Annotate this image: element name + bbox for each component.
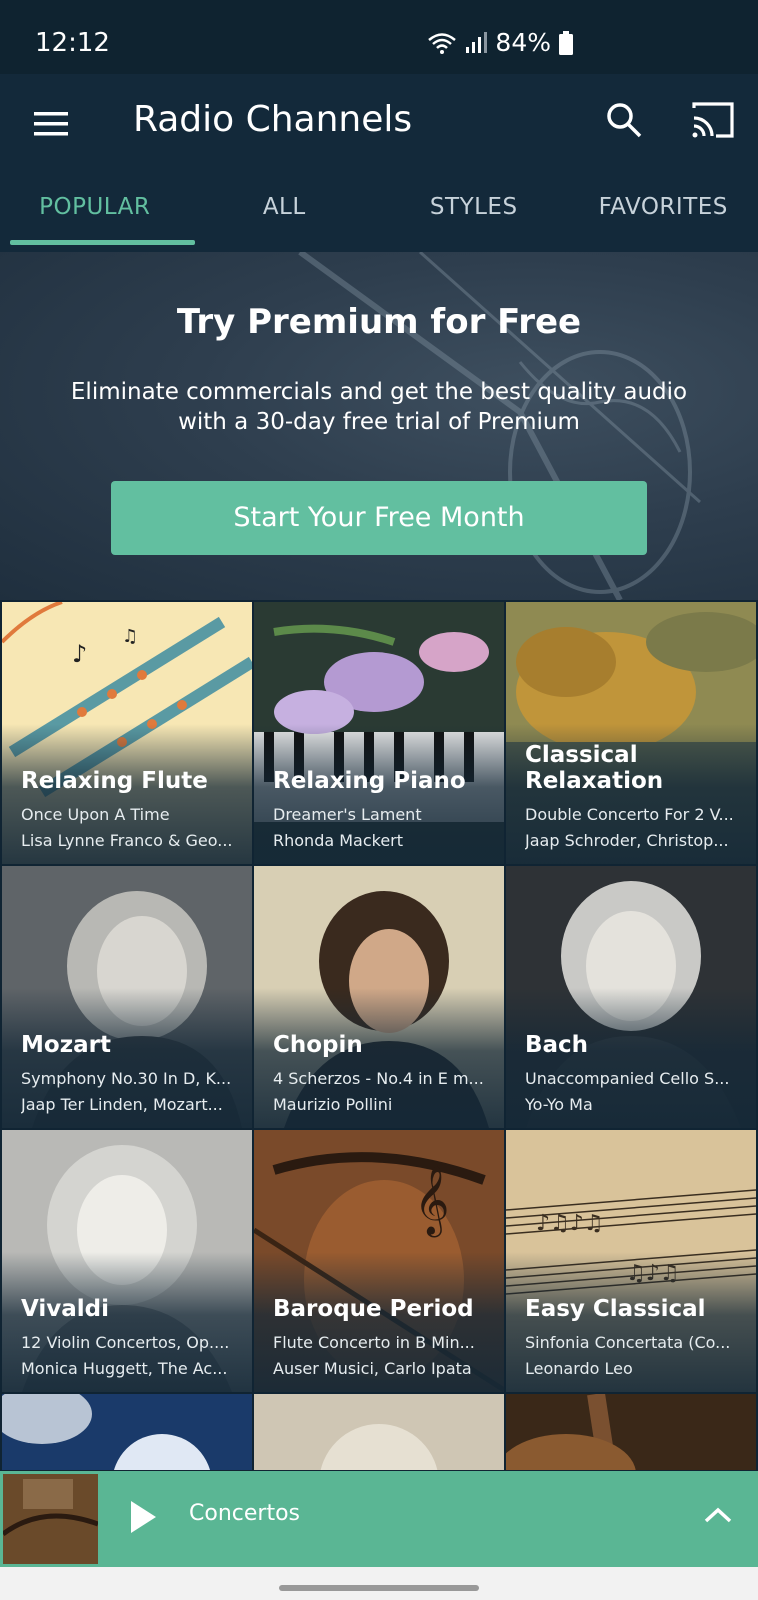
channel-track: Sinfonia Concertata (Co...: [525, 1333, 731, 1352]
channel-grid: ♪ ♫ Relaxing Flute Once Upon A Time Lisa…: [0, 600, 758, 1470]
signal-icon: [466, 31, 488, 53]
channel-artist: Jaap Ter Linden, Mozart...: [21, 1095, 223, 1114]
channel-title: Bach: [525, 1032, 589, 1058]
system-nav-bar: [0, 1567, 758, 1600]
channel-artist: Jaap Schroder, Christop...: [525, 831, 729, 850]
play-icon[interactable]: [128, 1499, 158, 1535]
chevron-up-icon[interactable]: [703, 1503, 733, 1527]
beethoven-portrait: [254, 1394, 504, 1470]
svg-text:♪♫♪♫: ♪♫♪♫: [536, 1211, 604, 1236]
mini-player[interactable]: Concertos: [0, 1471, 758, 1567]
status-icons: 84%: [427, 28, 573, 57]
start-free-month-button[interactable]: Start Your Free Month: [111, 481, 647, 555]
tab-indicator: [10, 240, 195, 245]
channel-track: Dreamer's Lament: [273, 805, 422, 824]
tab-all[interactable]: ALL: [190, 174, 380, 252]
svg-text:♫: ♫: [122, 626, 138, 647]
promo-description: Eliminate commercials and get the best q…: [70, 379, 688, 435]
channel-tile-baroque-period[interactable]: 𝄞 Baroque Period Flute Concerto in B Min…: [254, 1130, 504, 1392]
channel-tile-relaxing-piano[interactable]: Relaxing Piano Dreamer's Lament Rhonda M…: [254, 602, 504, 864]
channel-track: Once Upon A Time: [21, 805, 170, 824]
status-time: 12:12: [35, 28, 110, 58]
channel-tile-bach[interactable]: Bach Unaccompanied Cello S... Yo-Yo Ma: [506, 866, 756, 1128]
channel-title: Relaxing Piano: [273, 768, 466, 794]
channel-title: Relaxing Flute: [21, 768, 208, 794]
channel-artist: Auser Musici, Carlo Ipata: [273, 1359, 472, 1378]
app-bar: Radio Channels: [0, 74, 758, 174]
status-bar: 12:12 84%: [0, 0, 758, 74]
channel-track: Flute Concerto in B Min...: [273, 1333, 475, 1352]
channel-tile-classical-relaxation[interactable]: Classical Relaxation Double Concerto For…: [506, 602, 756, 864]
tab-styles[interactable]: STYLES: [379, 174, 569, 252]
player-artwork: [3, 1474, 98, 1564]
page-title: Radio Channels: [133, 99, 413, 140]
channel-artist: Yo-Yo Ma: [525, 1095, 593, 1114]
channel-artist: Rhonda Mackert: [273, 831, 404, 850]
channel-title: Classical Relaxation: [525, 742, 664, 794]
channel-artist: Lisa Lynne Franco & Geo...: [21, 831, 233, 850]
channel-title: Chopin: [273, 1032, 363, 1058]
channel-title: Baroque Period: [273, 1296, 474, 1322]
channel-tile-easy-classical[interactable]: ♪♫♪♫ ♫♪♫ Easy Classical Sinfonia Concert…: [506, 1130, 756, 1392]
channel-title: Vivaldi: [21, 1296, 110, 1322]
cast-icon[interactable]: [690, 100, 736, 140]
premium-promo-banner: Try Premium for Free Eliminate commercia…: [0, 252, 758, 600]
channel-tile-vivaldi[interactable]: Vivaldi 12 Violin Concertos, Op.... Moni…: [2, 1130, 252, 1392]
guitar-artwork: [506, 1394, 756, 1470]
channel-tile-beethoven[interactable]: [254, 1394, 504, 1470]
channel-title: Easy Classical: [525, 1296, 706, 1322]
channel-tile-relaxing-flute[interactable]: ♪ ♫ Relaxing Flute Once Upon A Time Lisa…: [2, 602, 252, 864]
promo-title: Try Premium for Free: [176, 302, 582, 342]
channel-artist: Leonardo Leo: [525, 1359, 633, 1378]
player-channel-title: Concertos: [189, 1501, 300, 1526]
moon-artwork: [2, 1394, 252, 1470]
channel-tile-chopin[interactable]: Chopin 4 Scherzos - No.4 in E m... Mauri…: [254, 866, 504, 1128]
home-gesture-handle[interactable]: [279, 1585, 479, 1591]
search-icon[interactable]: [604, 100, 644, 140]
channel-track: Unaccompanied Cello S...: [525, 1069, 730, 1088]
battery-percent: 84%: [495, 28, 551, 57]
channel-title: Mozart: [21, 1032, 111, 1058]
tab-favorites[interactable]: FAVORITES: [569, 174, 758, 252]
channel-tile-guitar[interactable]: [506, 1394, 756, 1470]
channel-track: Double Concerto For 2 V...: [525, 805, 734, 824]
menu-icon[interactable]: [32, 104, 72, 144]
channel-artist: Monica Huggett, The Ac...: [21, 1359, 228, 1378]
channel-tile-moon[interactable]: [2, 1394, 252, 1470]
battery-icon: [559, 30, 573, 55]
channel-track: Symphony No.30 In D, K...: [21, 1069, 232, 1088]
channel-track: 4 Scherzos - No.4 in E m...: [273, 1069, 484, 1088]
wifi-icon: [428, 32, 457, 54]
channel-track: 12 Violin Concertos, Op....: [21, 1333, 230, 1352]
channel-artist: Maurizio Pollini: [273, 1095, 393, 1114]
svg-text:♪: ♪: [72, 640, 87, 668]
channel-tile-mozart[interactable]: Mozart Symphony No.30 In D, K... Jaap Te…: [2, 866, 252, 1128]
svg-text:𝄞: 𝄞: [414, 1165, 449, 1237]
